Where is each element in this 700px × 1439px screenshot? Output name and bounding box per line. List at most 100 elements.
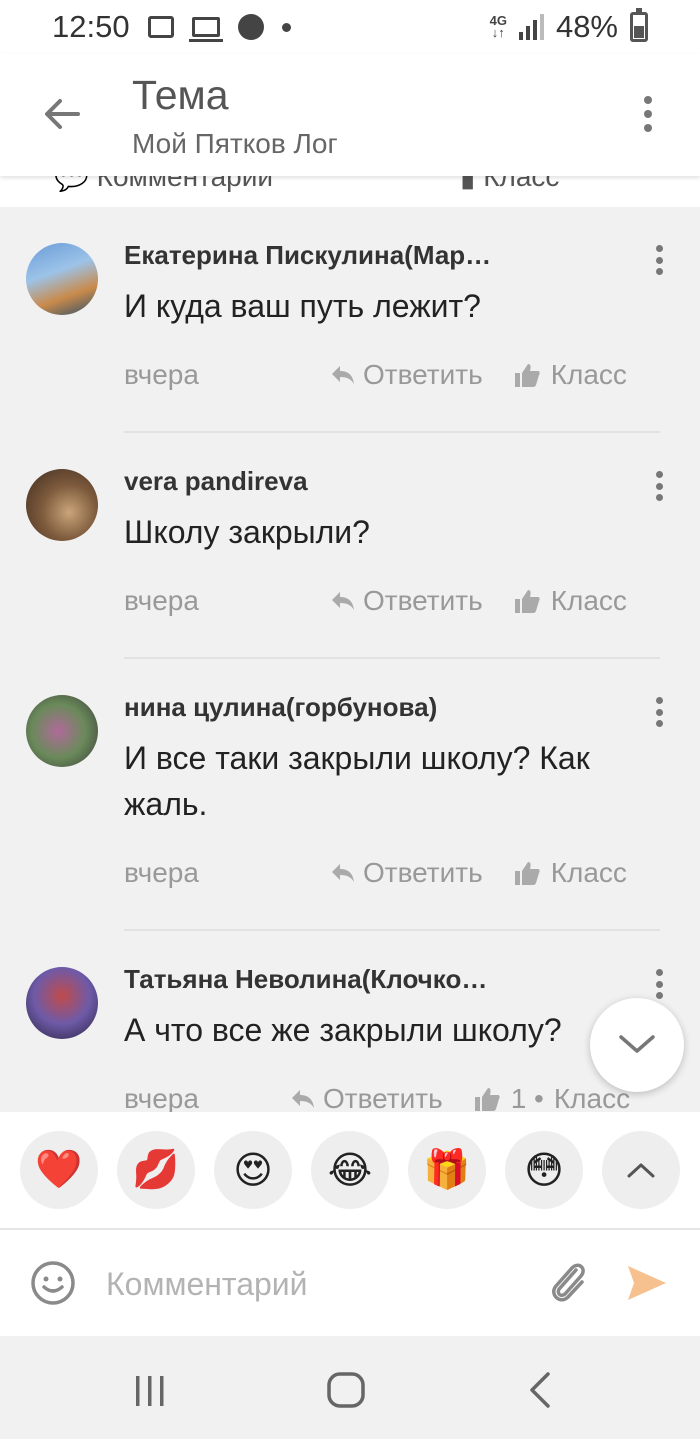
paperclip-icon <box>552 1263 585 1302</box>
send-icon <box>628 1266 666 1300</box>
reply-icon <box>332 592 354 610</box>
thumbs-up-icon <box>474 1088 500 1111</box>
comment-menu-button[interactable] <box>656 245 666 275</box>
more-vert-icon <box>644 96 652 104</box>
like-label: Класс <box>550 359 627 390</box>
reaction-laugh-button[interactable]: 😂 <box>311 1131 389 1209</box>
more-menu-button[interactable] <box>628 92 668 136</box>
reply-label: Ответить <box>363 585 483 616</box>
network-icon: 4G ↓↑ <box>489 13 507 40</box>
reaction-bar: ❤️ 💋 😍 😂 🎁 😳 <box>0 1112 700 1228</box>
reaction-heart-button[interactable]: ❤️ <box>20 1131 98 1209</box>
comment-menu-button[interactable] <box>656 697 666 727</box>
tab-comments-label: Комментарии <box>96 176 274 192</box>
reply-button[interactable]: Ответить <box>329 585 483 617</box>
more-reactions-button[interactable] <box>602 1131 680 1209</box>
comment-item: Екатерина Пискулина(Мар… И куда ваш путь… <box>0 207 700 433</box>
reply-icon <box>332 366 354 384</box>
comment-text: И все таки закрыли школу? Как жаль. <box>124 740 590 822</box>
attach-button[interactable] <box>546 1256 590 1308</box>
comment-menu-button[interactable] <box>656 969 666 999</box>
comment-date: вчера <box>124 585 199 616</box>
comment-meta: вчера Ответить Класс <box>124 355 660 395</box>
gallery-icon <box>147 16 174 38</box>
tabs-strip: 💬 Комментарии ▮ Класс <box>0 176 700 207</box>
thumbs-up-icon <box>514 590 540 613</box>
comment-text: И куда ваш путь лежит? <box>124 288 481 324</box>
chevron-left-icon <box>530 1372 550 1408</box>
like-button[interactable]: 1 • Класс <box>473 1083 630 1112</box>
comments-list: Екатерина Пискулина(Мар… И куда ваш путь… <box>0 207 700 1112</box>
battery-percent: 48% <box>555 9 618 44</box>
laptop-icon <box>188 17 223 42</box>
flushed-icon: 😳 <box>524 1149 564 1192</box>
comment-menu-button[interactable] <box>656 471 666 501</box>
heart-eyes-icon: 😍 <box>233 1149 273 1192</box>
avatar[interactable] <box>26 967 98 1039</box>
avatar[interactable] <box>26 469 98 541</box>
chevron-down-icon <box>619 1035 655 1053</box>
reply-button[interactable]: Ответить <box>289 1083 443 1112</box>
battery-icon <box>630 8 648 42</box>
kiss-icon: 💋 <box>132 1149 180 1191</box>
comment-author[interactable]: нина цулина(горбунова) <box>124 687 544 727</box>
thumbs-up-icon <box>514 364 540 387</box>
like-button[interactable]: Класс <box>513 585 627 617</box>
status-time: 12:50 <box>52 9 130 44</box>
like-button[interactable]: Класс <box>513 857 627 889</box>
dot-icon <box>281 22 291 32</box>
comment-meta: вчера Ответить Класс <box>124 853 660 893</box>
comment-item: vera pandireva Школу закрыли? вчера Отве… <box>0 433 700 659</box>
reaction-gift-button[interactable]: 🎁 <box>408 1131 486 1209</box>
reaction-heart-eyes-button[interactable]: 😍 <box>214 1131 292 1209</box>
reply-icon <box>332 864 354 882</box>
reply-label: Ответить <box>363 359 483 390</box>
comment-author[interactable]: Татьяна Неволина(Клочко… <box>124 959 544 999</box>
comment-icon: 💬 <box>54 176 89 192</box>
comment-meta: вчера Ответить 1 • Класс <box>124 1079 660 1112</box>
like-button[interactable]: Класс <box>513 359 627 391</box>
comment-input[interactable] <box>106 1260 526 1308</box>
reply-icon <box>292 1090 314 1108</box>
tab-class[interactable]: ▮ Класс <box>460 176 559 193</box>
comment-date: вчера <box>124 857 199 888</box>
comment-text: А что все же закрыли школу? <box>124 1012 562 1048</box>
comment-date: вчера <box>124 359 199 390</box>
comment-date: вчера <box>124 1083 199 1112</box>
arrow-left-icon <box>45 99 80 129</box>
tab-comments[interactable]: 💬 Комментарии <box>54 176 273 193</box>
recents-icon <box>136 1376 164 1406</box>
send-button[interactable] <box>624 1260 670 1306</box>
laugh-icon: 😂 <box>327 1149 373 1192</box>
gift-icon: 🎁 <box>423 1149 471 1191</box>
reply-button[interactable]: Ответить <box>329 857 483 889</box>
home-button[interactable] <box>324 1368 368 1412</box>
system-nav-bar <box>0 1336 700 1439</box>
avatar[interactable] <box>26 695 98 767</box>
comment-composer <box>0 1228 700 1336</box>
comment-meta: вчера Ответить Класс <box>124 581 660 621</box>
recents-button[interactable] <box>128 1368 172 1412</box>
like-tab-icon: ▮ <box>460 176 476 192</box>
back-button[interactable] <box>38 90 86 138</box>
thumbs-up-icon <box>514 862 540 885</box>
avatar[interactable] <box>26 243 98 315</box>
more-vert-icon <box>656 969 663 976</box>
comment-text: Школу закрыли? <box>124 514 370 550</box>
reaction-kiss-button[interactable]: 💋 <box>117 1131 195 1209</box>
back-nav-button[interactable] <box>520 1368 564 1412</box>
signal-icon <box>518 14 544 40</box>
reply-label: Ответить <box>363 857 483 888</box>
comment-author[interactable]: Екатерина Пискулина(Мар… <box>124 235 544 275</box>
scroll-down-button[interactable] <box>590 998 684 1092</box>
like-label: Класс <box>550 857 627 888</box>
home-icon <box>327 1372 365 1408</box>
more-vert-icon <box>656 245 663 252</box>
reply-button[interactable]: Ответить <box>329 359 483 391</box>
page-title: Тема <box>132 72 229 118</box>
emoji-button[interactable] <box>30 1260 76 1306</box>
page-subtitle: Мой Пятков Лог <box>132 128 338 159</box>
heart-icon: ❤️ <box>35 1149 83 1191</box>
comment-author[interactable]: vera pandireva <box>124 461 544 501</box>
reaction-flushed-button[interactable]: 😳 <box>505 1131 583 1209</box>
